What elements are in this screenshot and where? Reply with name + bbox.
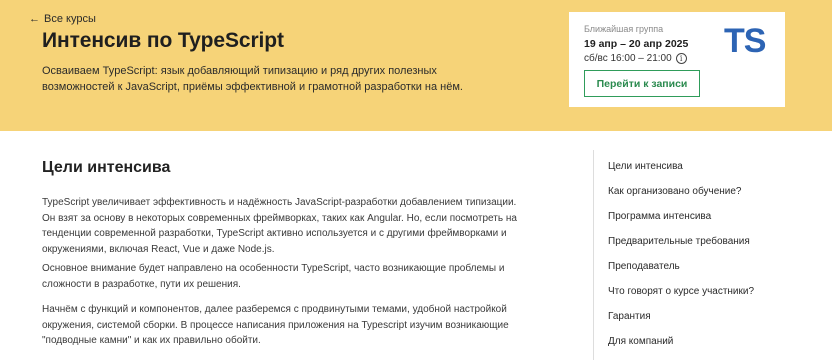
toc-item-guarantee[interactable]: Гарантия [608,311,651,322]
toc-item-goals[interactable]: Цели интенсива [608,161,683,172]
group-dates: 19 апр – 20 апр 2025 [584,38,689,50]
back-link-label: Все курсы [44,13,96,25]
toc-item-organization[interactable]: Как организовано обучение? [608,186,742,197]
toc-item-reviews[interactable]: Что говорят о курсе участники? [608,286,754,297]
group-schedule: сб/вс 16:00 – 21:00 i [584,53,687,64]
page-title: Интенсив по TypeScript [42,29,284,52]
typescript-logo: TS [724,22,766,60]
group-label: Ближайшая группа [584,24,664,34]
toc-item-companies[interactable]: Для компаний [608,336,673,347]
arrow-left-icon: ← [29,13,40,25]
back-to-courses-link[interactable]: ← Все курсы [29,13,96,25]
toc-item-program[interactable]: Программа интенсива [608,211,711,222]
nearest-group-card: Ближайшая группа 19 апр – 20 апр 2025 сб… [569,12,785,107]
enroll-button[interactable]: Перейти к записи [584,70,700,97]
toc-item-requirements[interactable]: Предварительные требования [608,236,750,247]
table-of-contents: Цели интенсива Как организовано обучение… [593,150,832,360]
goals-paragraph-1: TypeScript увеличивает эффективность и н… [42,197,517,255]
section-title: Цели интенсива [42,159,171,176]
goals-paragraph-3: Начнём с функций и компонентов, далее ра… [42,304,509,346]
group-schedule-text: сб/вс 16:00 – 21:00 [584,53,672,64]
course-hero: ← Все курсы Интенсив по TypeScript Осваи… [0,0,832,131]
info-icon[interactable]: i [675,53,687,64]
course-description: Осваиваем TypeScript: язык добавляющий т… [42,65,463,93]
toc-item-teacher[interactable]: Преподаватель [608,261,680,272]
goals-paragraph-2: Основное внимание будет направлено на ос… [42,263,505,290]
